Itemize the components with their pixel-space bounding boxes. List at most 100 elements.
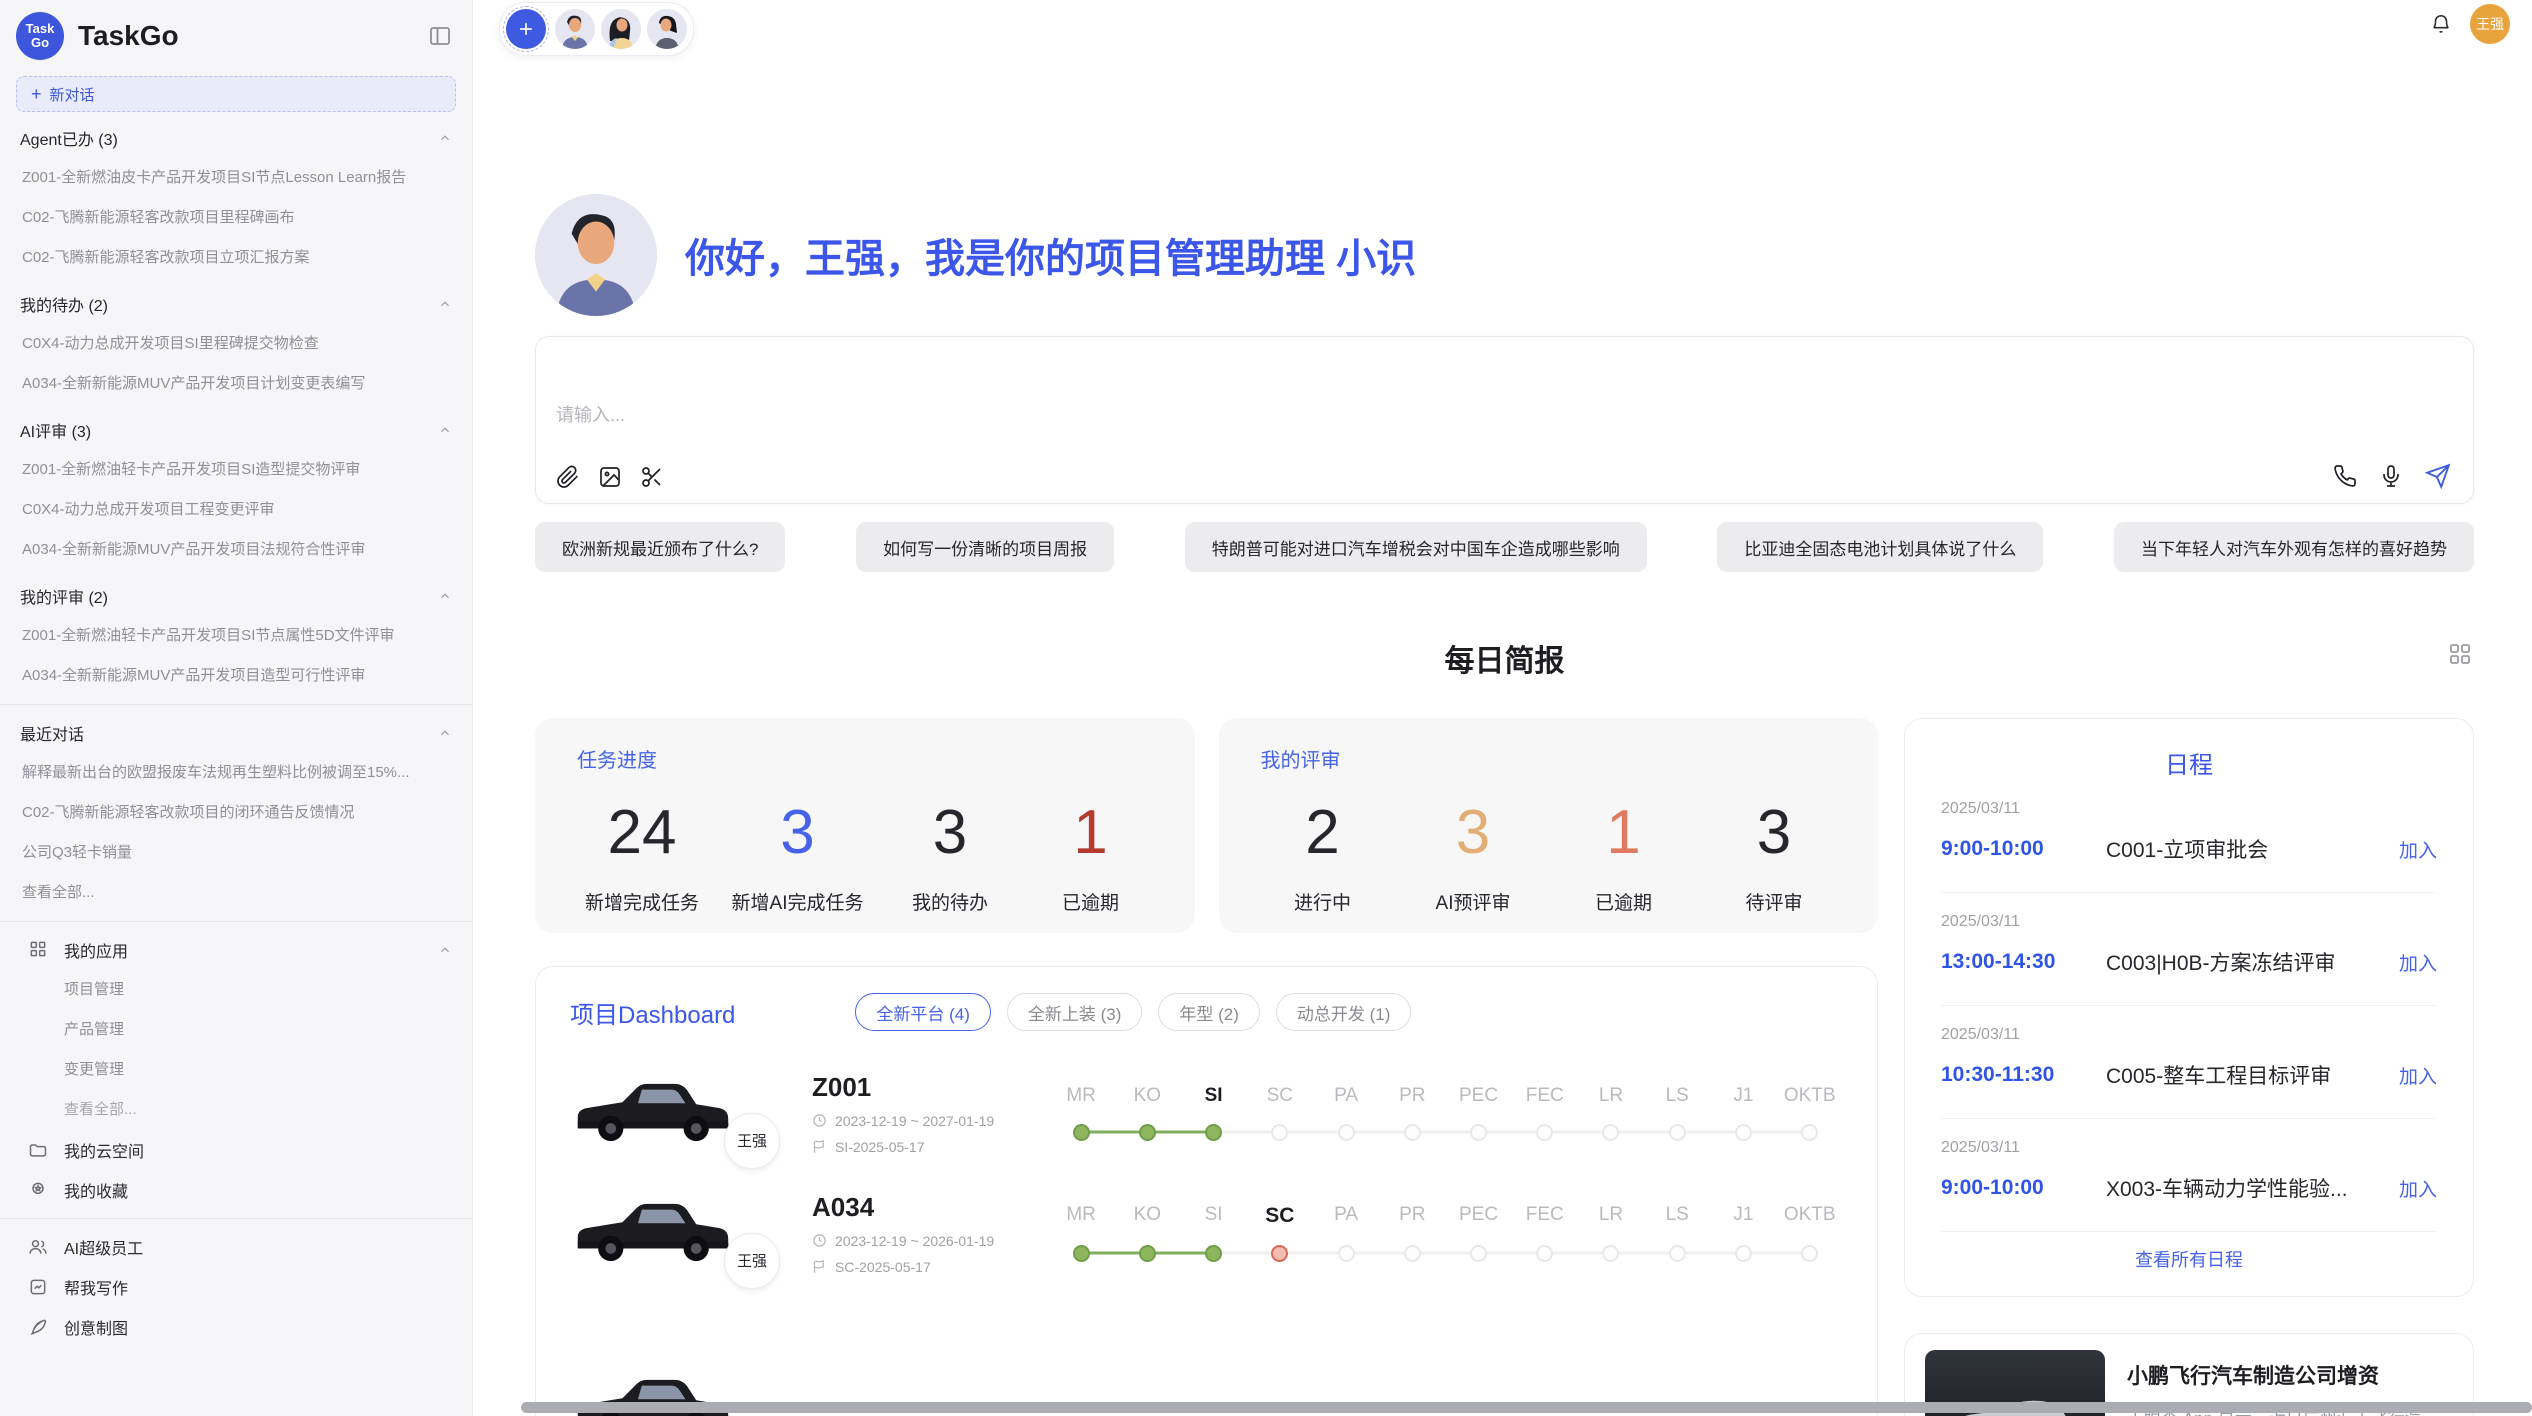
project-flag-date: SI-2025-05-17: [835, 1139, 925, 1155]
project-row[interactable]: 王强 A034 2023-12-19 ~ 2026-01-19: [570, 1173, 1843, 1293]
agent-avatar-2[interactable]: [601, 9, 641, 49]
schedule-date: 2025/03/11: [1941, 1026, 2437, 1044]
section-my-apps[interactable]: 我的应用: [0, 930, 472, 970]
section-recent-chats[interactable]: 最近对话: [0, 713, 472, 753]
filter-chip[interactable]: 动总开发 (1): [1276, 993, 1412, 1031]
list-item[interactable]: A034-全新新能源MUV产品开发项目计划变更表编写: [0, 364, 472, 404]
list-item[interactable]: 解释最新出台的欧盟报废车法规再生塑料比例被调至15%...: [0, 753, 472, 793]
list-item[interactable]: 公司Q3轻卡销量: [0, 833, 472, 873]
list-item[interactable]: A034-全新新能源MUV产品开发项目法规符合性评审: [0, 530, 472, 570]
filter-chip[interactable]: 年型 (2): [1158, 993, 1260, 1031]
card-title: 我的评审: [1261, 744, 1837, 773]
sidebar-collapse-icon[interactable]: [428, 24, 452, 48]
list-item[interactable]: C0X4-动力总成开发项目SI里程碑提交物检查: [0, 324, 472, 364]
image-icon[interactable]: [598, 465, 622, 489]
list-item[interactable]: Z001-全新燃油轻卡产品开发项目SI造型提交物评审: [0, 450, 472, 490]
chat-input[interactable]: [556, 401, 2453, 445]
user-avatar[interactable]: 王强: [2470, 4, 2510, 44]
composer-right-icons: [2333, 463, 2451, 489]
chevron-up-icon[interactable]: [438, 943, 452, 957]
join-link[interactable]: 加入: [2399, 1175, 2437, 1202]
stat-ai-prereview: 3 AI预评审: [1419, 797, 1527, 915]
view-all-schedule-link[interactable]: 查看所有日程: [1941, 1232, 2437, 1282]
milestone-label: FEC: [1512, 1204, 1578, 1228]
milestone-dot-done: [1073, 1245, 1090, 1262]
scissors-icon[interactable]: [640, 465, 664, 489]
my-review-card: 我的评审 2 进行中 3 AI预评审 1: [1219, 718, 1879, 933]
list-item[interactable]: Z001-全新燃油皮卡产品开发项目SI节点Lesson Learn报告: [0, 158, 472, 198]
milestone-label: PEC: [1445, 1085, 1511, 1107]
suggestion-chip[interactable]: 当下年轻人对汽车外观有怎样的喜好趋势: [2114, 522, 2474, 572]
chevron-up-icon[interactable]: [438, 589, 452, 603]
milestone-dot-done: [1205, 1245, 1222, 1262]
flag-icon: [812, 1139, 827, 1154]
filter-chip[interactable]: 全新平台 (4): [855, 993, 991, 1031]
join-link[interactable]: 加入: [2399, 836, 2437, 863]
sidebar-item-favorites[interactable]: 我的收藏: [0, 1170, 472, 1210]
phone-call-icon[interactable]: [2333, 464, 2357, 488]
attachment-icon[interactable]: [556, 465, 580, 489]
section-my-review[interactable]: 我的评审 (2): [0, 576, 472, 616]
agent-avatar-3[interactable]: [647, 9, 687, 49]
stat-ai-done: 3 新增AI完成任务: [732, 797, 864, 915]
stat-label: 进行中: [1269, 888, 1377, 915]
composer-card: [535, 336, 2474, 504]
sidebar-item-change-mgmt[interactable]: 变更管理: [0, 1050, 472, 1090]
sidebar-item-product-mgmt[interactable]: 产品管理: [0, 1010, 472, 1050]
suggestion-chip[interactable]: 比亚迪全固态电池计划具体说了什么: [1717, 522, 2043, 572]
list-item[interactable]: C02-飞腾新能源轻客改款项目里程碑画布: [0, 198, 472, 238]
chevron-up-icon[interactable]: [438, 131, 452, 145]
milestone-label: OKTB: [1777, 1085, 1843, 1107]
send-icon[interactable]: [2425, 463, 2451, 489]
horizontal-scrollbar[interactable]: [521, 1402, 2532, 1413]
list-item[interactable]: Z001-全新燃油轻卡产品开发项目SI节点属性5D文件评审: [0, 616, 472, 656]
new-chat-button[interactable]: + 新对话: [16, 76, 456, 112]
schedule-event-title: C001-立项审批会: [2106, 834, 2385, 864]
sidebar-item-ai-staff[interactable]: AI超级员工: [0, 1227, 472, 1267]
recent-view-all[interactable]: 查看全部...: [0, 873, 472, 913]
list-item[interactable]: C02-飞腾新能源轻客改款项目立项汇报方案: [0, 238, 472, 278]
suggestion-chip[interactable]: 特朗普可能对进口汽车增税会对中国车企造成哪些影响: [1185, 522, 1647, 572]
schedule-item: 2025/03/11 10:30-11:30 C005-整车工程目标评审 加入: [1941, 1006, 2437, 1119]
suggestion-chip[interactable]: 如何写一份清晰的项目周报: [856, 522, 1114, 572]
chevron-up-icon[interactable]: [438, 726, 452, 740]
section-my-todo[interactable]: 我的待办 (2): [0, 284, 472, 324]
daily-briefing-title: 每日简报: [535, 636, 2474, 680]
chevron-up-icon[interactable]: [438, 423, 452, 437]
sidebar-item-creative-draw[interactable]: 创意制图: [0, 1307, 472, 1347]
filter-chip[interactable]: 全新上装 (3): [1007, 993, 1143, 1031]
milestone-label: J1: [1710, 1085, 1776, 1107]
add-agent-button[interactable]: [506, 9, 546, 49]
schedule-item: 2025/03/11 13:00-14:30 C003|H0B-方案冻结评审 加…: [1941, 893, 2437, 1006]
milestone-dot: [1801, 1124, 1818, 1141]
section-agent-done[interactable]: Agent已办 (3): [0, 118, 472, 158]
dashboard-title: 项目Dashboard: [570, 995, 735, 1030]
milestone-dot: [1669, 1124, 1686, 1141]
chevron-up-icon[interactable]: [438, 297, 452, 311]
sidebar-header: Task Go TaskGo: [0, 0, 472, 68]
list-item[interactable]: C0X4-动力总成开发项目工程变更评审: [0, 490, 472, 530]
project-owner-badge: 王强: [724, 1113, 780, 1169]
join-link[interactable]: 加入: [2399, 949, 2437, 976]
sidebar-item-help-write[interactable]: 帮我写作: [0, 1267, 472, 1307]
sidebar-item-project-mgmt[interactable]: 项目管理: [0, 970, 472, 1010]
join-link[interactable]: 加入: [2399, 1062, 2437, 1089]
layout-grid-icon[interactable]: [2448, 642, 2472, 666]
list-item[interactable]: C02-飞腾新能源轻客改款项目的闭环通告反馈情况: [0, 793, 472, 833]
section-title: 最近对话: [20, 721, 84, 745]
notification-bell-icon[interactable]: [2430, 13, 2452, 35]
agent-avatar-1[interactable]: [555, 9, 595, 49]
list-item[interactable]: A034-全新新能源MUV产品开发项目造型可行性评审: [0, 656, 472, 696]
pen-icon: [28, 1316, 50, 1338]
suggestion-chip[interactable]: 欧洲新规最近颁布了什么?: [535, 522, 785, 572]
microphone-icon[interactable]: [2379, 464, 2403, 488]
apps-view-all[interactable]: 查看全部...: [0, 1090, 472, 1130]
milestone-dot: [1404, 1124, 1421, 1141]
section-ai-review[interactable]: AI评审 (3): [0, 410, 472, 450]
sidebar-item-label: 创意制图: [64, 1315, 128, 1339]
divider: [0, 921, 472, 922]
project-row[interactable]: 王强 Z001 2023-12-19 ~ 2027-01-19: [570, 1053, 1843, 1173]
stat-label: 已逾期: [1570, 888, 1678, 915]
sidebar-item-cloud-space[interactable]: 我的云空间: [0, 1130, 472, 1170]
stat-label: 新增完成任务: [585, 888, 699, 915]
